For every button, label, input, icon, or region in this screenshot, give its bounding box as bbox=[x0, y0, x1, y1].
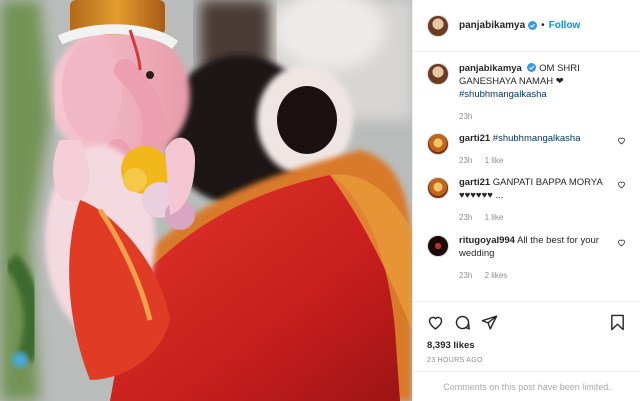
heart-icon[interactable] bbox=[427, 314, 444, 331]
action-icons bbox=[427, 308, 626, 336]
comment-body: garti21 #shubhmangalkasha 23h 1 like bbox=[459, 132, 626, 176]
commenter-avatar[interactable] bbox=[427, 235, 449, 257]
comment-username[interactable]: ritugoyal994 bbox=[459, 235, 515, 246]
comment-body: garti21 GANPATI BAPPA MORYA ♥♥♥♥♥♥ ... 2… bbox=[459, 176, 626, 234]
author-username[interactable]: panjabikamya bbox=[459, 20, 525, 31]
post-side-panel: panjabikamya • Follow panjabikamya OM SH… bbox=[412, 0, 640, 401]
comment-username[interactable]: garti21 bbox=[459, 133, 490, 144]
comment-like-heart-icon[interactable] bbox=[617, 180, 626, 189]
comment-item: ritugoyal994 All the best for your weddi… bbox=[427, 234, 626, 290]
comment-meta: 23h 2 likes bbox=[459, 269, 626, 282]
comment-time[interactable]: 23h bbox=[459, 156, 472, 165]
comment-meta: 23h 1 like bbox=[459, 211, 626, 224]
caption-time[interactable]: 23h bbox=[459, 112, 472, 121]
follow-button[interactable]: Follow bbox=[549, 20, 581, 31]
comment-like-heart-icon[interactable] bbox=[617, 136, 626, 145]
comment-icon[interactable] bbox=[454, 314, 471, 331]
comment-like-heart-icon[interactable] bbox=[617, 238, 626, 247]
comment-hashtag[interactable]: #shubhmangalkasha bbox=[493, 133, 581, 144]
comment-time[interactable]: 23h bbox=[459, 213, 472, 222]
commenter-avatar[interactable] bbox=[427, 133, 449, 155]
comment-time[interactable]: 23h bbox=[459, 271, 472, 280]
caption-hashtag[interactable]: #shubhmangalkasha bbox=[459, 89, 547, 100]
comment-item: garti21 GANPATI BAPPA MORYA ♥♥♥♥♥♥ ... 2… bbox=[427, 176, 626, 234]
caption-body: panjabikamya OM SHRI GANESHAYA NAMAH ❤ #… bbox=[459, 62, 626, 132]
comment-body: ritugoyal994 All the best for your weddi… bbox=[459, 234, 626, 290]
comments-list: panjabikamya OM SHRI GANESHAYA NAMAH ❤ #… bbox=[413, 52, 640, 301]
caption-meta: 23h bbox=[459, 110, 626, 123]
header-separator: • bbox=[541, 20, 545, 31]
caption: panjabikamya OM SHRI GANESHAYA NAMAH ❤ #… bbox=[427, 62, 626, 132]
comment-item: garti21 #shubhmangalkasha 23h 1 like bbox=[427, 132, 626, 176]
bookmark-icon[interactable] bbox=[609, 314, 626, 331]
posted-ago[interactable]: 23 HOURS AGO bbox=[427, 357, 626, 364]
verified-badge-icon bbox=[528, 21, 538, 30]
post-photo[interactable] bbox=[0, 0, 412, 401]
verified-badge-icon bbox=[527, 63, 537, 72]
commenter-avatar[interactable] bbox=[427, 177, 449, 199]
comment-likes[interactable]: 1 like bbox=[485, 156, 504, 165]
caption-author-avatar[interactable] bbox=[427, 63, 449, 85]
comments-limited-notice: Comments on this post have been limited. bbox=[413, 371, 640, 401]
comment-username[interactable]: garti21 bbox=[459, 177, 490, 188]
caption-username[interactable]: panjabikamya bbox=[459, 63, 522, 74]
like-count[interactable]: 8,393 likes bbox=[427, 340, 626, 351]
author-avatar[interactable] bbox=[427, 14, 449, 37]
post-header: panjabikamya • Follow bbox=[413, 0, 640, 52]
share-icon[interactable] bbox=[481, 314, 498, 331]
comment-meta: 23h 1 like bbox=[459, 154, 626, 167]
instagram-post: panjabikamya • Follow panjabikamya OM SH… bbox=[0, 0, 640, 401]
ganesh-ceremony-image bbox=[0, 0, 412, 401]
comment-likes[interactable]: 2 likes bbox=[485, 271, 508, 280]
comment-likes[interactable]: 1 like bbox=[485, 213, 504, 222]
